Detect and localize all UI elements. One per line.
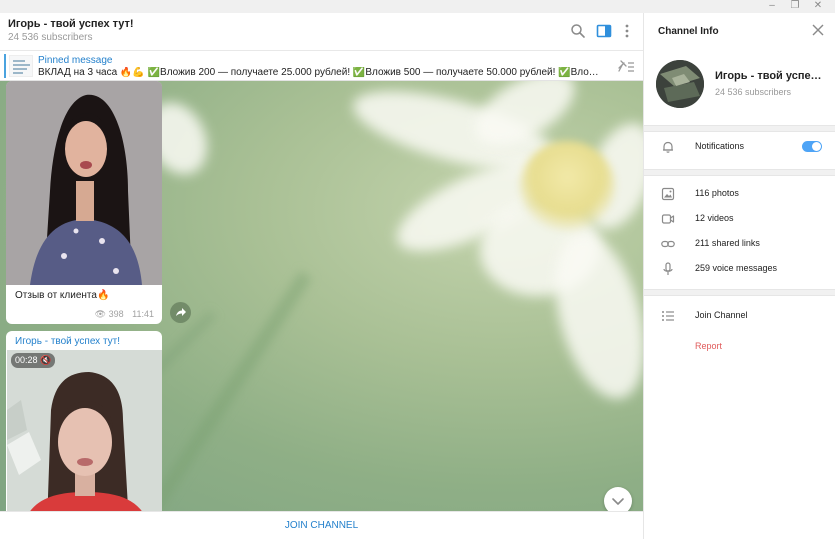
- pinned-message-label: Pinned message: [38, 55, 113, 66]
- wallpaper-flower-center: [520, 141, 615, 231]
- muted-speaker-icon[interactable]: 🔇: [40, 355, 51, 365]
- section-divider: [644, 125, 835, 132]
- message-bubble[interactable]: Игорь - твой успех тут! 00:28 🔇: [6, 331, 162, 525]
- chat-subscriber-count: 24 536 subscribers: [8, 32, 93, 43]
- video-message[interactable]: [6, 81, 162, 285]
- chat-header[interactable]: Игорь - твой успех тут! 24 536 subscribe…: [0, 13, 643, 50]
- video-duration-badge: 00:28 🔇: [11, 353, 56, 368]
- notifications-toggle[interactable]: [802, 141, 822, 152]
- forward-button[interactable]: [170, 302, 191, 323]
- message-text: Отзыв от клиента🔥: [15, 290, 110, 301]
- media-row-voice[interactable]: 259 voice messages: [644, 257, 835, 281]
- channel-subscriber-count: 24 536 subscribers: [715, 87, 792, 97]
- video-thumbnail: [6, 81, 162, 285]
- message-meta: 👁 398 11:41: [95, 309, 154, 320]
- media-row-photos[interactable]: 116 photos: [644, 182, 835, 206]
- media-row-links[interactable]: 211 shared links: [644, 232, 835, 256]
- minimize-window-icon[interactable]: –: [761, 0, 783, 13]
- channel-info-title: Channel Info: [658, 26, 719, 37]
- message-bubble[interactable]: Отзыв от клиента🔥 👁 398 11:41: [6, 81, 162, 324]
- channel-info-panel: Channel Info Игорь - твой успех тут! 24 …: [643, 13, 835, 539]
- views-icon: 👁: [94, 309, 107, 319]
- channel-avatar[interactable]: [656, 60, 704, 108]
- join-channel-label: Join Channel: [695, 310, 748, 320]
- sidebar-toggle-icon[interactable]: [596, 23, 612, 39]
- notifications-label: Notifications: [695, 141, 745, 151]
- chat-panel: Игорь - твой успех тут! 24 536 subscribe…: [0, 13, 643, 539]
- list-icon: [662, 311, 674, 321]
- close-window-icon[interactable]: ✕: [807, 0, 829, 13]
- bell-icon: [663, 141, 673, 153]
- pinned-message-text: ВКЛАД на 3 часа 🔥💪 ✅Вложив 200 — получае…: [38, 67, 604, 78]
- channel-name: Игорь - твой успех тут!: [715, 70, 827, 82]
- join-channel-button[interactable]: JOIN CHANNEL: [0, 512, 643, 539]
- media-count-label: 259 voice messages: [695, 263, 778, 273]
- pinned-thumbnail: [9, 55, 33, 77]
- media-row-videos[interactable]: 12 videos: [644, 207, 835, 231]
- microphone-icon: [663, 262, 673, 275]
- avatar-image: [656, 60, 704, 108]
- video-icon: [661, 214, 675, 224]
- message-author[interactable]: Игорь - твой успех тут!: [15, 336, 120, 347]
- link-icon: [661, 240, 675, 248]
- photo-icon: [661, 187, 675, 201]
- chat-title[interactable]: Игорь - твой успех тут!: [8, 18, 134, 30]
- media-count-label: 116 photos: [695, 188, 739, 198]
- forward-arrow-icon: [176, 308, 186, 316]
- window-titlebar: – ❐ ✕: [0, 0, 835, 13]
- report-link[interactable]: Report: [695, 341, 722, 351]
- message-time: 11:41: [132, 309, 154, 319]
- video-thumbnail: [7, 350, 162, 525]
- section-divider: [644, 289, 835, 296]
- join-channel-row[interactable]: Join Channel: [644, 304, 835, 328]
- maximize-window-icon[interactable]: ❐: [784, 0, 806, 13]
- pinned-list-icon[interactable]: [617, 59, 635, 73]
- close-icon[interactable]: [811, 23, 825, 37]
- video-message[interactable]: 00:28 🔇: [7, 350, 162, 525]
- more-options-icon[interactable]: [619, 23, 635, 39]
- section-divider: [644, 169, 835, 176]
- media-count-label: 211 shared links: [695, 238, 760, 248]
- pinned-accent-bar: [4, 54, 6, 78]
- video-duration: 00:28: [15, 355, 38, 365]
- media-count-label: 12 videos: [695, 213, 734, 223]
- search-icon[interactable]: [570, 23, 586, 39]
- view-count: 398: [108, 309, 124, 319]
- notifications-row[interactable]: Notifications: [644, 135, 835, 159]
- pinned-message-bar[interactable]: Pinned message ВКЛАД на 3 часа 🔥💪 ✅Вложи…: [0, 50, 643, 81]
- join-channel-bar: JOIN CHANNEL: [0, 511, 643, 539]
